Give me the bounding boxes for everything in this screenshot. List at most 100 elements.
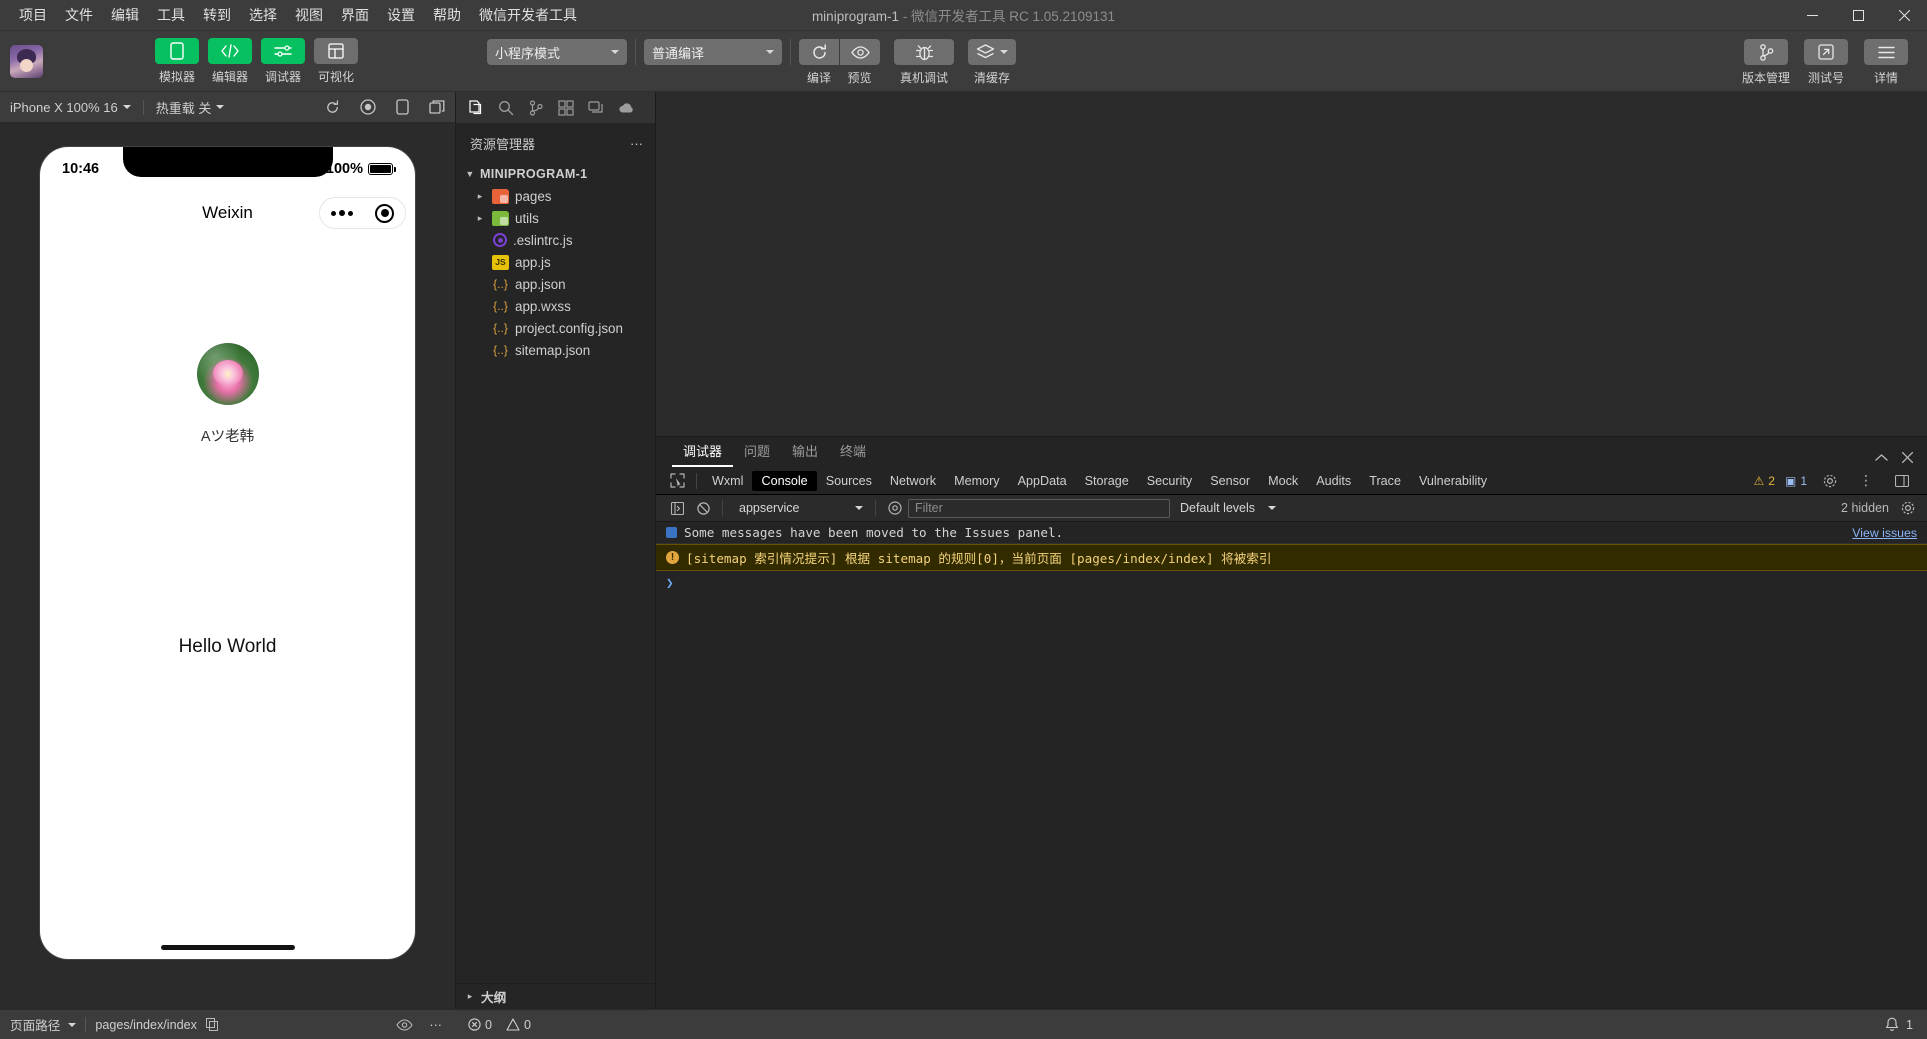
hot-reload-selector[interactable]: 热重载 关	[156, 98, 225, 117]
tab-appdata[interactable]: AppData	[1009, 471, 1076, 491]
layout-icon[interactable]	[314, 37, 358, 64]
menu-item-ui[interactable]: 界面	[332, 3, 378, 27]
minimize-button[interactable]	[1789, 0, 1835, 31]
tab-audits[interactable]: Audits	[1307, 471, 1360, 491]
tab-network[interactable]: Network	[881, 471, 945, 491]
close-capsule-icon[interactable]	[375, 203, 394, 223]
list-item[interactable]: ▸ pages	[456, 185, 655, 207]
tab-trace[interactable]: Trace	[1360, 471, 1410, 491]
menu-icon[interactable]	[1864, 39, 1908, 65]
screenshot-icon[interactable]	[429, 100, 445, 114]
list-item[interactable]: JS app.js	[456, 251, 655, 273]
phone-icon[interactable]	[155, 37, 199, 64]
editor-toggle[interactable]: 编辑器	[206, 37, 254, 85]
close-icon[interactable]	[1902, 452, 1913, 463]
menu-item-project[interactable]: 项目	[10, 3, 56, 27]
tab-debugger[interactable]: 调试器	[672, 441, 734, 467]
maximize-button[interactable]	[1835, 0, 1881, 31]
refresh-icon[interactable]	[325, 99, 340, 115]
menu-item-settings[interactable]: 设置	[378, 3, 424, 27]
info-count-badge[interactable]: ▣ 1	[1785, 474, 1807, 488]
code-icon[interactable]	[208, 37, 252, 64]
outline-section[interactable]: ▸ 大纲	[456, 983, 655, 1009]
sliders-icon[interactable]	[261, 37, 305, 64]
menu-item-view[interactable]: 视图	[286, 3, 332, 27]
debugger-toggle[interactable]: 调试器	[259, 37, 307, 85]
tab-mock[interactable]: Mock	[1259, 471, 1307, 491]
warning-count-item[interactable]: 0	[506, 1018, 531, 1032]
visual-toggle[interactable]: 可视化	[312, 37, 360, 85]
console-message-warning[interactable]: ! [sitemap 索引情况提示] 根据 sitemap 的规则[0]，当前页…	[656, 544, 1927, 571]
project-root-row[interactable]: ▼ MINIPROGRAM-1	[456, 163, 655, 185]
refresh-icon[interactable]	[799, 39, 839, 65]
list-item[interactable]: ▸ utils	[456, 207, 655, 229]
list-item[interactable]: {..} app.wxss	[456, 295, 655, 317]
layers-icon[interactable]	[968, 39, 1016, 65]
device-selector[interactable]: iPhone X 100% 16	[10, 100, 131, 115]
page-path-selector[interactable]: 页面路径	[10, 1015, 77, 1034]
tab-sources[interactable]: Sources	[817, 471, 881, 491]
eye-icon[interactable]	[396, 1018, 414, 1031]
bug-icon[interactable]	[894, 39, 954, 65]
view-issues-link[interactable]: View issues	[1852, 526, 1917, 540]
copy-icon[interactable]	[205, 1018, 218, 1031]
mode-dropdown[interactable]: 小程序模式	[487, 39, 627, 65]
tab-security[interactable]: Security	[1138, 471, 1202, 491]
list-item[interactable]: {..} app.json	[456, 273, 655, 295]
version-control-button[interactable]: 版本管理	[1739, 39, 1793, 86]
tab-terminal[interactable]: 终端	[829, 441, 877, 467]
bell-icon[interactable]	[1885, 1017, 1899, 1032]
inspect-element-icon[interactable]	[664, 470, 690, 492]
menu-item-edit[interactable]: 编辑	[102, 3, 148, 27]
list-item[interactable]: {..} sitemap.json	[456, 339, 655, 361]
more-icon[interactable]	[331, 210, 353, 216]
list-item[interactable]: {..} project.config.json	[456, 317, 655, 339]
console-filter-input[interactable]	[908, 498, 1170, 518]
search-icon[interactable]	[492, 95, 520, 121]
menu-item-tools[interactable]: 工具	[148, 3, 194, 27]
avatar[interactable]	[10, 44, 43, 78]
external-link-icon[interactable]	[1804, 39, 1848, 65]
error-count-item[interactable]: 0	[468, 1018, 492, 1032]
chevron-right-icon[interactable]: ▸	[474, 191, 486, 202]
debug-icon[interactable]	[582, 95, 610, 121]
console-settings-icon[interactable]	[1901, 501, 1915, 515]
console-levels-selector[interactable]: Default levels	[1180, 501, 1277, 515]
console-context-selector[interactable]: appservice	[729, 498, 869, 518]
source-control-icon[interactable]	[522, 95, 550, 121]
tab-console[interactable]: Console	[752, 470, 817, 491]
settings-gear-icon[interactable]	[1817, 470, 1843, 492]
tab-problems[interactable]: 问题	[733, 441, 781, 467]
compile-mode-dropdown[interactable]: 普通编译	[644, 39, 782, 65]
tab-wxml[interactable]: Wxml	[703, 471, 752, 491]
tab-vulnerability[interactable]: Vulnerability	[1410, 471, 1496, 491]
eye-icon[interactable]	[840, 39, 880, 65]
simulator-toggle[interactable]: 模拟器	[153, 37, 201, 85]
console-message-info[interactable]: Some messages have been moved to the Iss…	[656, 522, 1927, 544]
rotate-icon[interactable]	[396, 99, 409, 115]
menu-item-goto[interactable]: 转到	[194, 3, 240, 27]
menu-item-file[interactable]: 文件	[56, 3, 102, 27]
files-icon[interactable]	[462, 95, 490, 121]
console-prompt[interactable]: ❯	[656, 571, 1927, 594]
status-bar-diagnostics[interactable]: 0 0	[456, 1018, 531, 1032]
menu-item-select[interactable]: 选择	[240, 3, 286, 27]
tab-memory[interactable]: Memory	[945, 471, 1008, 491]
phone-capsule-menu[interactable]	[319, 197, 406, 229]
chevron-down-icon[interactable]: ▼	[464, 169, 476, 179]
menu-item-devtools[interactable]: 微信开发者工具	[470, 3, 586, 27]
chevron-up-icon[interactable]	[1875, 453, 1888, 462]
close-button[interactable]	[1881, 0, 1927, 31]
chevron-right-icon[interactable]: ▸	[474, 213, 486, 224]
explorer-more-icon[interactable]: ···	[630, 136, 643, 151]
tab-output[interactable]: 输出	[781, 441, 829, 467]
chevron-right-icon[interactable]: ▸	[464, 991, 476, 1002]
tab-storage[interactable]: Storage	[1076, 471, 1138, 491]
list-item[interactable]: .eslintrc.js	[456, 229, 655, 251]
tab-sensor[interactable]: Sensor	[1201, 471, 1259, 491]
details-button[interactable]: 详情	[1859, 39, 1913, 86]
console-sidebar-toggle-icon[interactable]	[664, 497, 690, 519]
test-account-button[interactable]: 测试号	[1799, 39, 1853, 86]
extensions-icon[interactable]	[552, 95, 580, 121]
devtools-more-icon[interactable]: ⋮	[1853, 470, 1879, 492]
